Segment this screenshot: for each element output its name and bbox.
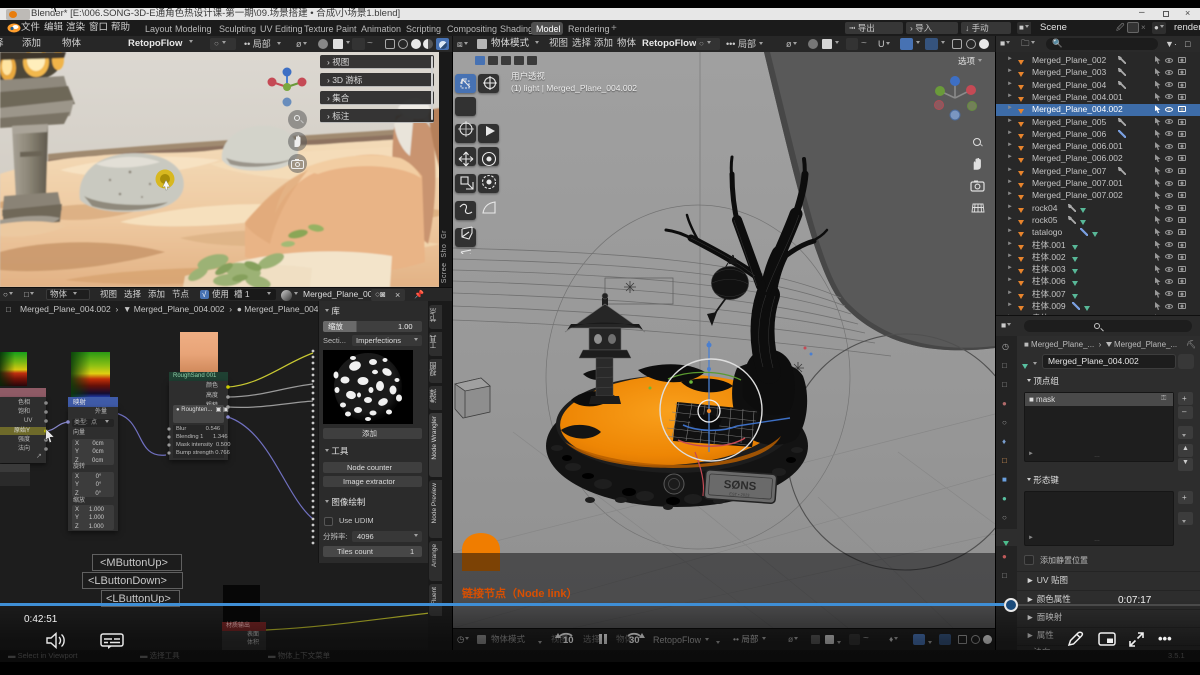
svg-text:SØNS: SØNS <box>723 479 757 493</box>
